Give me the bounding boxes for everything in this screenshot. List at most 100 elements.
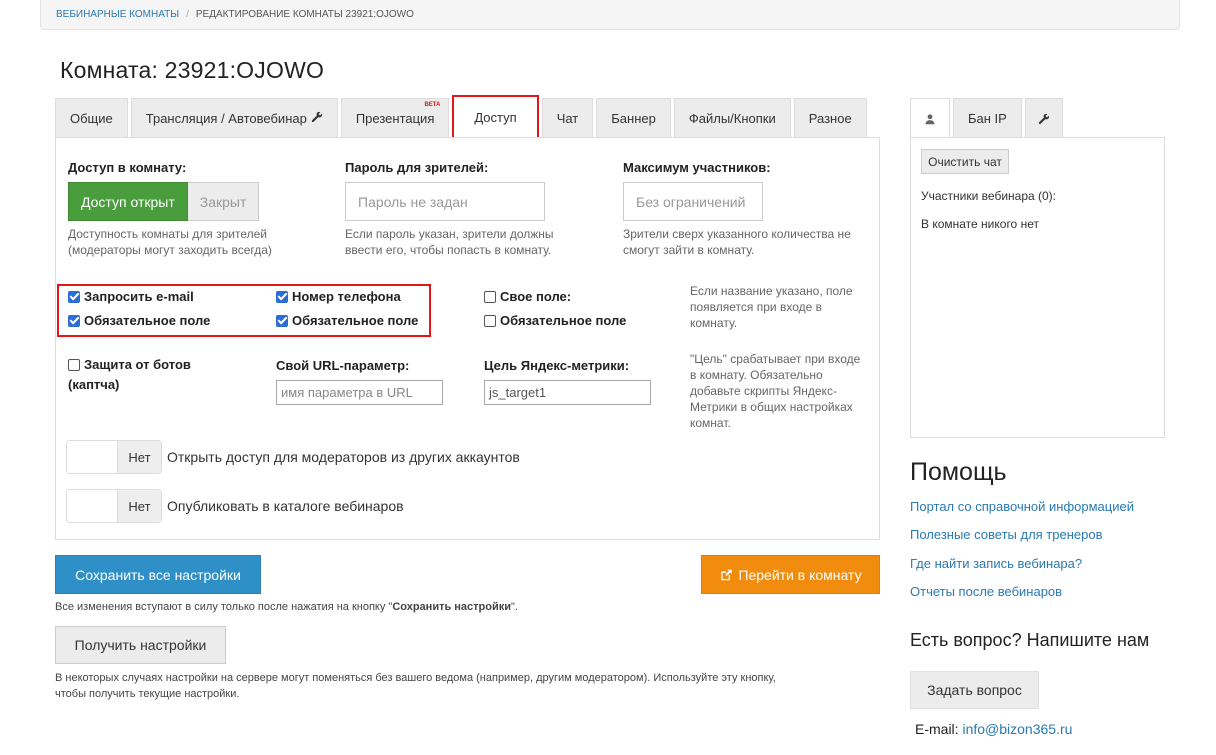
no-participants-text: В комнате никого нет — [921, 217, 1039, 231]
metrika-hint: "Цель" срабатывает при входе в комнату. … — [690, 351, 860, 431]
go-to-room-label: Перейти в комнату — [738, 566, 862, 583]
beta-badge: BETA — [424, 102, 441, 108]
access-open-button[interactable]: Доступ открыт — [68, 182, 188, 221]
tab-label: Доступ — [474, 109, 517, 125]
catalog-publish-toggle[interactable]: Нет — [66, 489, 162, 523]
access-hint-line: Доступность комнаты для зрителей — [68, 227, 267, 241]
checkbox-checked-icon — [68, 314, 80, 327]
participants-count: Участники вебинара (0): — [921, 189, 1056, 203]
access-closed-button[interactable]: Закрыт — [187, 182, 260, 221]
help-link-reports[interactable]: Отчеты после вебинаров — [910, 584, 1062, 599]
password-label: Пароль для зрителей: — [345, 160, 489, 175]
moderator-access-toggle[interactable]: Нет — [66, 440, 162, 474]
breadcrumb-separator: / — [186, 9, 189, 20]
metrika-label: Цель Яндекс-метрики: — [484, 358, 630, 373]
help-link-portal[interactable]: Портал со справочной информацией — [910, 499, 1134, 514]
breadcrumb-current: РЕДАКТИРОВАНИЕ КОМНАТЫ 23921:OJOWO — [195, 9, 414, 20]
tab-access[interactable]: Доступ — [452, 95, 539, 139]
password-hint-line: Если пароль указан, зрители должны — [345, 227, 554, 241]
tab-label: Разное — [808, 111, 852, 126]
toggle-knob — [67, 441, 117, 473]
tab-label: Файлы/Кнопки — [688, 111, 776, 126]
tab-presentation[interactable]: Презентация BETA — [340, 98, 450, 138]
contact-email: E-mail: info@bizon365.ru — [915, 721, 1072, 737]
max-participants-hint-line: смогут зайти в комнату. — [623, 243, 755, 257]
checkbox-label: Запросить e-mail — [84, 289, 194, 304]
settings-tabs: Общие Трансляция / Автовебинар Презентац… — [55, 95, 870, 139]
help-title: Помощь — [910, 458, 1007, 486]
ask-question-title: Есть вопрос? Напишите нам — [910, 630, 1150, 650]
checkbox-checked-icon — [276, 290, 288, 303]
clear-chat-button[interactable]: Очистить чат — [921, 149, 1009, 174]
phone-checkbox[interactable]: Номер телефона — [276, 289, 401, 304]
password-hint-line: ввести его, чтобы попасть в комнату. — [345, 243, 552, 257]
max-participants-hint: Зрители сверх указанного количества не с… — [623, 226, 851, 258]
password-input[interactable]: Пароль не задан — [345, 182, 545, 221]
tab-broadcast[interactable]: Трансляция / Автовебинар — [130, 98, 338, 138]
phone-required-checkbox[interactable]: Обязательное поле — [276, 313, 418, 328]
metrika-hint-line: "Цель" срабатывает при входе — [690, 352, 861, 366]
password-hint: Если пароль указан, зрители должны ввест… — [345, 226, 554, 258]
tab-label: Бан IP — [968, 111, 1007, 126]
save-all-settings-button[interactable]: Сохранить все настройки — [55, 555, 261, 594]
toggle-knob — [67, 490, 117, 522]
save-note-bold: Сохранить настройки — [392, 601, 512, 613]
get-note-line: чтобы получить текущие настройки. — [55, 688, 240, 700]
request-email-checkbox[interactable]: Запросить e-mail — [68, 289, 194, 304]
custom-field-checkbox[interactable]: Свое поле: — [484, 289, 571, 304]
email-required-checkbox[interactable]: Обязательное поле — [68, 313, 210, 328]
catalog-publish-label: Опубликовать в каталоге вебинаров — [167, 498, 404, 514]
checkbox-label: Защита от ботов — [84, 357, 191, 372]
save-note-text-end: ". — [511, 601, 518, 613]
checkbox-unchecked-icon — [484, 290, 496, 303]
moderator-access-label: Открыть доступ для модераторов из других… — [167, 449, 520, 465]
captcha-checkbox[interactable]: Защита от ботов — [68, 357, 191, 372]
custom-hint-line: Если название указано, поле — [690, 284, 853, 298]
access-toggle-group: Доступ открыт Закрыт — [68, 182, 260, 221]
get-settings-button[interactable]: Получить настройки — [55, 626, 226, 664]
custom-hint-line: появляется при входе в — [690, 300, 822, 314]
checkbox-label: Свое поле: — [500, 289, 572, 304]
page-title: Комната: 23921:OJOWO — [60, 57, 325, 83]
tab-label: Чат — [556, 111, 579, 126]
tab-participants[interactable] — [910, 98, 950, 138]
tab-label: Баннер — [611, 111, 656, 126]
tab-banner[interactable]: Баннер — [596, 98, 671, 138]
max-participants-input[interactable]: Без ограничений — [623, 182, 763, 221]
tab-ban-ip[interactable]: Бан IP — [953, 98, 1022, 138]
metrika-hint-line: добавьте скрипты Яндекс- — [690, 384, 837, 398]
custom-field-hint: Если название указано, поле появляется п… — [690, 283, 853, 331]
save-note: Все изменения вступают в силу только пос… — [55, 599, 518, 615]
help-link-recording[interactable]: Где найти запись вебинара? — [910, 556, 1082, 571]
tab-chat[interactable]: Чат — [541, 98, 594, 138]
save-note-text: Все изменения вступают в силу только пос… — [55, 601, 393, 613]
email-link[interactable]: info@bizon365.ru — [962, 721, 1072, 737]
max-participants-label: Максимум участников: — [623, 160, 771, 175]
go-to-room-button[interactable]: Перейти в комнату — [701, 555, 880, 594]
metrika-hint-line: комнат. — [690, 416, 731, 430]
toggle-state: Нет — [117, 441, 161, 473]
custom-required-checkbox[interactable]: Обязательное поле — [484, 313, 626, 328]
breadcrumb-webinar-rooms[interactable]: ВЕБИНАРНЫЕ КОМНАТЫ — [56, 9, 179, 20]
checkbox-unchecked-icon — [484, 314, 496, 327]
participants-panel — [910, 137, 1165, 438]
checkbox-checked-icon — [68, 290, 80, 303]
tab-files-buttons[interactable]: Файлы/Кнопки — [673, 98, 791, 138]
breadcrumb: ВЕБИНАРНЫЕ КОМНАТЫ / РЕДАКТИРОВАНИЕ КОМНАТ… — [40, 0, 1180, 30]
metrika-input[interactable]: js_target1 — [484, 380, 651, 405]
captcha-label-line2: (каптча) — [68, 377, 120, 392]
url-param-input[interactable]: имя параметра в URL — [276, 380, 443, 405]
checkbox-unchecked-icon — [68, 358, 80, 371]
ask-question-button[interactable]: Задать вопрос — [910, 671, 1039, 709]
metrika-hint-line: в комнату. Обязательно — [690, 368, 823, 382]
chat-side-tabs: Бан IP — [910, 98, 1066, 138]
toggle-state: Нет — [117, 490, 161, 522]
external-link-icon — [719, 568, 734, 582]
checkbox-label: Номер телефона — [292, 289, 401, 304]
tab-tools[interactable] — [1024, 98, 1063, 138]
tab-general[interactable]: Общие — [55, 98, 128, 138]
access-label: Доступ в комнату: — [68, 160, 187, 175]
wrench-icon — [1038, 113, 1050, 125]
help-link-tips[interactable]: Полезные советы для тренеров — [910, 527, 1103, 542]
tab-misc[interactable]: Разное — [793, 98, 867, 138]
